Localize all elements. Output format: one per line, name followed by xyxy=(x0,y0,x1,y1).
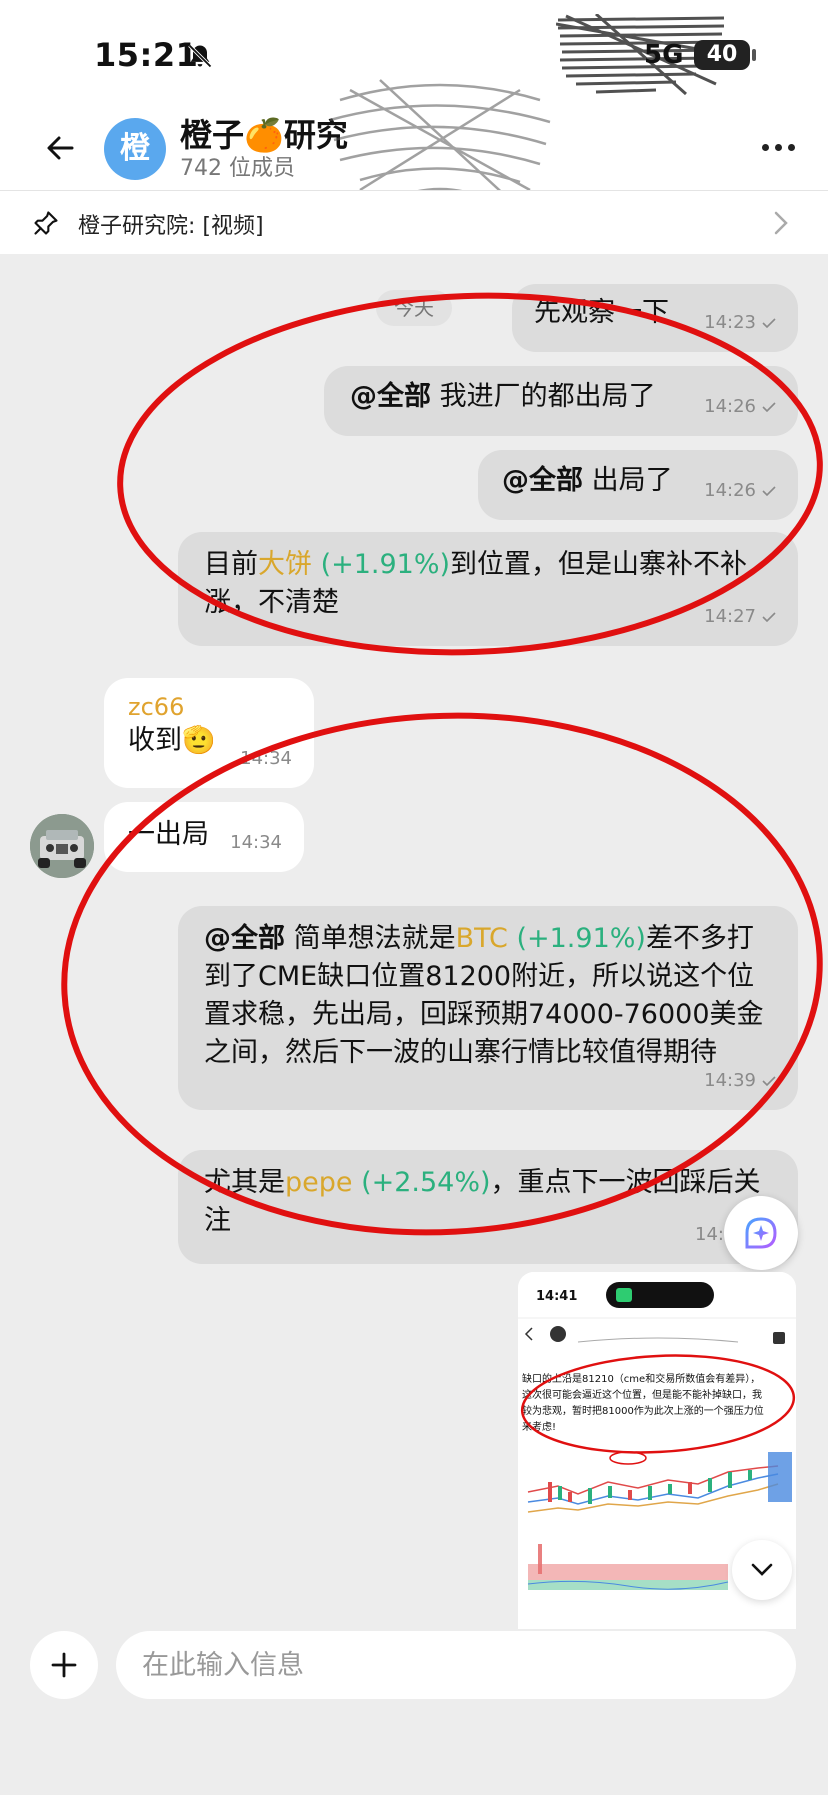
message-meta: 14:27 xyxy=(704,598,776,636)
message-bubble-outgoing[interactable]: @全部 简单想法就是BTC (+1.91%)差不多打到了CME缺口位置81200… xyxy=(178,906,798,1110)
battery-nub xyxy=(752,49,756,61)
message-meta: 14:26 xyxy=(704,388,776,426)
message-bubble-outgoing[interactable]: 尤其是pepe (+2.54%)，重点下一波回踩后关注 14: xyxy=(178,1150,798,1264)
chevron-right-icon xyxy=(774,211,788,235)
message-bubble-outgoing[interactable]: @全部 出局了 14:26 xyxy=(478,450,798,520)
message-body: 简单想法就是 xyxy=(285,923,456,954)
chat-header: 橙 橙子🍊研究 742 位成员 xyxy=(0,79,828,202)
message-time: 14:26 xyxy=(704,396,756,417)
message-bubble-incoming[interactable]: 一出局 14:34 xyxy=(104,802,304,872)
message-text: @全部 简单想法就是BTC (+1.91%)差不多打到了CME缺口位置81200… xyxy=(204,920,774,1072)
bell-muted-icon xyxy=(188,44,212,68)
message-bubble-incoming[interactable]: zc66 收到🫡 14:34 xyxy=(104,678,314,788)
arrow-left-icon xyxy=(47,136,74,160)
message-time: 14: xyxy=(695,1224,724,1245)
message-body: 目前 xyxy=(204,549,258,580)
mention[interactable]: @全部 xyxy=(502,465,583,496)
group-avatar[interactable]: 橙 xyxy=(104,118,166,180)
network-type: 5G xyxy=(644,40,684,70)
svg-text:较为悲观，暂时把81000作为此次上涨的一个强压力位: 较为悲观，暂时把81000作为此次上涨的一个强压力位 xyxy=(522,1404,764,1417)
coin-tag[interactable]: pepe xyxy=(285,1167,353,1198)
message-body: 出局了 xyxy=(583,465,673,496)
check-icon xyxy=(762,318,776,328)
message-body: 我进厂的都出局了 xyxy=(431,381,656,412)
message-input[interactable] xyxy=(116,1631,796,1699)
message-body: 收到 xyxy=(128,725,182,756)
check-icon xyxy=(762,486,776,496)
svg-text:缺口的上沿是81210（cme和交易所数值会有差异），: 缺口的上沿是81210（cme和交易所数值会有差异）， xyxy=(522,1372,760,1385)
check-icon xyxy=(762,1076,776,1086)
price-change: (+1.91%) xyxy=(507,923,646,954)
svg-text:这次很可能会逼近这个位置，但是能不能补掉缺口，我: 这次很可能会逼近这个位置，但是能不能补掉缺口，我 xyxy=(522,1388,762,1401)
dot xyxy=(774,143,782,151)
message-time: 14:34 xyxy=(230,832,282,853)
chevron-down-icon xyxy=(751,1563,773,1576)
pinned-message-bar[interactable]: 橙子研究院: [视频] xyxy=(0,190,828,254)
scroll-to-bottom-button[interactable] xyxy=(732,1540,792,1600)
plus-icon xyxy=(51,1652,77,1678)
svg-text:14:41: 14:41 xyxy=(536,1289,577,1304)
message-meta: 14:26 xyxy=(704,472,776,510)
sender-name[interactable]: zc66 xyxy=(128,692,290,722)
message-text: 尤其是pepe (+2.54%)，重点下一波回踩后关注 xyxy=(204,1164,774,1240)
message-time: 14:26 xyxy=(704,480,756,501)
sparkle-icon xyxy=(745,1217,777,1249)
dot xyxy=(787,143,795,151)
back-button[interactable] xyxy=(36,124,84,172)
message-bubble-outgoing[interactable]: 目前大饼 (+1.91%)到位置，但是山寨补不补涨，不清楚 14:27 xyxy=(178,532,798,646)
pinned-text: 橙子研究院: [视频] xyxy=(78,214,264,239)
message-bubble-outgoing[interactable]: @全部 我进厂的都出局了 14:26 xyxy=(324,366,798,436)
message-list[interactable]: 今天 先观察一下 14:23 @全部 我进厂的都出局了 14:26 @全部 出局… xyxy=(0,254,828,1629)
coin-tag[interactable]: BTC xyxy=(456,923,508,954)
more-options-button[interactable] xyxy=(756,132,800,162)
message-time: 14:27 xyxy=(704,606,756,627)
battery-icon: 40 xyxy=(694,40,750,70)
message-meta: 14:23 xyxy=(704,304,776,342)
composer-bar xyxy=(0,1629,828,1795)
date-divider: 今天 xyxy=(376,290,452,326)
pin-icon xyxy=(34,211,58,235)
ai-assistant-button[interactable] xyxy=(724,1196,798,1270)
message-time: 14:34 xyxy=(240,748,292,769)
coin-tag[interactable]: 大饼 xyxy=(258,549,312,580)
attach-button[interactable] xyxy=(30,1631,98,1699)
jeep-avatar-image xyxy=(30,814,94,878)
price-change: (+1.91%) xyxy=(312,549,451,580)
check-icon xyxy=(762,402,776,412)
avatar[interactable] xyxy=(30,814,94,878)
redaction-scribble xyxy=(329,79,551,202)
status-time: 15:21 xyxy=(94,36,199,74)
mention[interactable]: @全部 xyxy=(350,381,431,412)
price-change: (+2.54%) xyxy=(352,1167,491,1198)
message-bubble-outgoing[interactable]: 先观察一下 14:23 xyxy=(512,284,798,352)
dot xyxy=(761,143,769,151)
message-body: 尤其是 xyxy=(204,1167,285,1198)
message-text: 目前大饼 (+1.91%)到位置，但是山寨补不补涨，不清楚 xyxy=(204,546,774,622)
member-count: 742 位成员 xyxy=(180,156,295,181)
salute-emoji: 🫡 xyxy=(182,725,216,756)
message-time: 14:39 xyxy=(704,1070,756,1091)
check-icon xyxy=(762,612,776,622)
message-time: 14:23 xyxy=(704,312,756,333)
mention[interactable]: @全部 xyxy=(204,923,285,954)
message-meta: 14:39 xyxy=(704,1062,776,1100)
